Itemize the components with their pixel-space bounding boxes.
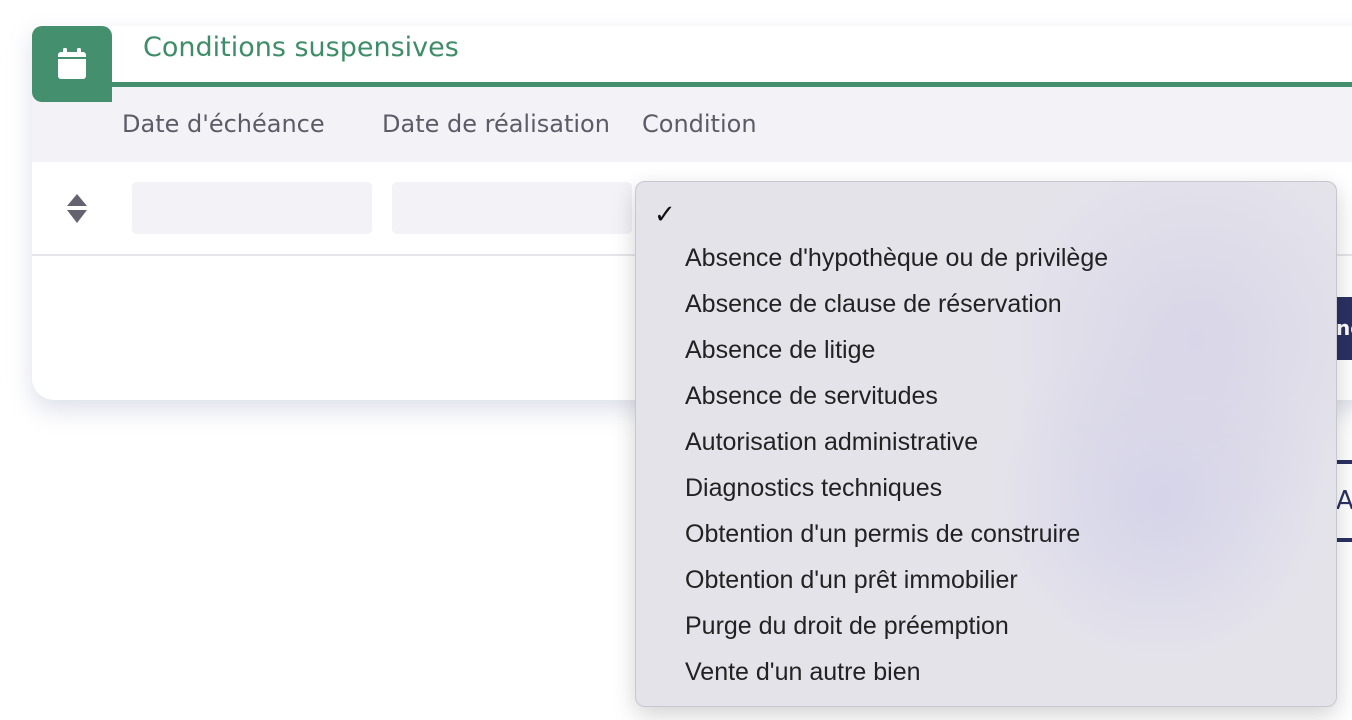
calendar-icon (58, 48, 86, 79)
dropdown-option[interactable]: Diagnostics techniques (685, 474, 942, 503)
drag-sort-handle-icon[interactable] (66, 194, 88, 228)
dropdown-option[interactable]: Obtention d'un prêt immobilier (685, 566, 1018, 595)
dropdown-option[interactable]: Vente d'un autre bien (685, 658, 921, 687)
column-header-completion-date: Date de réalisation (382, 110, 610, 138)
column-header-condition: Condition (642, 110, 757, 138)
section-title: Conditions suspensives (143, 32, 459, 63)
completion-date-input[interactable] (392, 182, 632, 234)
partial-action-button[interactable]: ne (1336, 297, 1352, 360)
dropdown-option[interactable]: Autorisation administrative (685, 428, 978, 457)
due-date-input[interactable] (132, 182, 372, 234)
dropdown-option[interactable]: Absence de litige (685, 336, 875, 365)
dropdown-option[interactable]: Absence d'hypothèque ou de privilège (685, 244, 1108, 273)
section-tab (32, 26, 112, 102)
condition-dropdown-menu[interactable]: ✓ Absence d'hypothèque ou de privilège A… (635, 181, 1337, 707)
partial-outlined-button[interactable]: A (1336, 460, 1352, 542)
dropdown-option[interactable]: Purge du droit de préemption (685, 612, 1009, 641)
dropdown-option[interactable]: Absence de clause de réservation (685, 290, 1062, 319)
checkmark-icon: ✓ (654, 200, 676, 230)
column-header-due-date: Date d'échéance (122, 110, 325, 138)
dropdown-option[interactable]: Obtention d'un permis de construire (685, 520, 1080, 549)
dropdown-option[interactable]: Absence de servitudes (685, 382, 938, 411)
